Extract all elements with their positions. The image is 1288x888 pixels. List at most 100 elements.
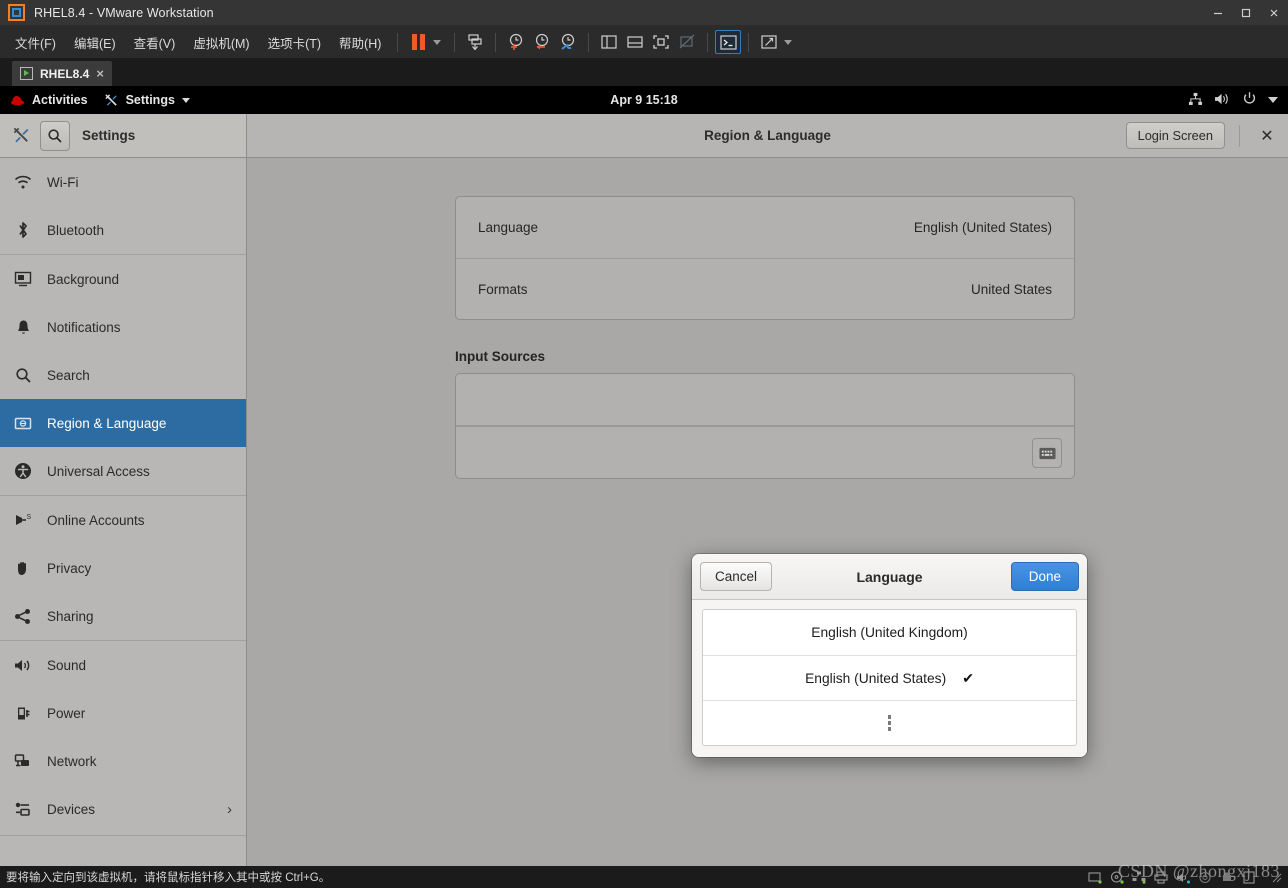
vm-tab-rhel84[interactable]: RHEL8.4 × <box>12 61 112 86</box>
console-view-icon[interactable] <box>715 30 742 54</box>
sidebar-item-devices[interactable]: Devices › <box>0 785 246 833</box>
login-screen-button[interactable]: Login Screen <box>1125 122 1225 149</box>
menu-edit[interactable]: 编辑(E) <box>65 29 125 56</box>
network-icon <box>14 753 32 769</box>
tools-icon <box>8 123 34 149</box>
wired-network-icon[interactable] <box>1188 92 1203 109</box>
sidebar-item-network[interactable]: Network <box>0 737 246 785</box>
more-options-row[interactable] <box>703 700 1076 745</box>
formats-value: United States <box>970 281 1052 297</box>
take-snapshot-icon[interactable] <box>503 30 529 54</box>
snapshot-manager-icon[interactable] <box>555 30 581 54</box>
gnome-clock[interactable]: Apr 9 15:18 <box>0 93 1288 107</box>
formats-label: Formats <box>478 281 528 297</box>
sidebar-item-region-and-language[interactable]: Region & Language <box>0 399 246 447</box>
minimize-button[interactable] <box>1204 0 1232 26</box>
activities-label: Activities <box>32 93 88 107</box>
sound-card-icon[interactable] <box>1176 871 1191 884</box>
sidebar-item-background[interactable]: Background <box>0 255 246 303</box>
sidebar-item-label: Sharing <box>47 608 94 624</box>
dropdown-caret-icon[interactable] <box>433 39 442 45</box>
settings-sidebar: Wi-Fi Bluetooth Background Notifications… <box>0 158 247 866</box>
app-menu-settings[interactable]: Settings <box>104 93 190 108</box>
formats-row[interactable]: Formats United States <box>456 258 1074 319</box>
toolbar-divider <box>495 32 497 52</box>
stretch-view-icon[interactable] <box>756 30 782 54</box>
close-button[interactable] <box>1260 0 1288 26</box>
sidebar-item-privacy[interactable]: Privacy <box>0 544 246 592</box>
window-title: RHEL8.4 - VMware Workstation <box>34 5 214 20</box>
input-sources-panel <box>455 373 1075 479</box>
resize-grip[interactable] <box>1270 871 1282 883</box>
language-option-us[interactable]: English (United States) ✔ <box>703 655 1076 700</box>
input-source-row[interactable] <box>456 374 1074 426</box>
bluetooth-icon <box>14 221 32 239</box>
more-options-icon <box>887 715 892 731</box>
revert-snapshot-icon[interactable] <box>529 30 555 54</box>
menu-tabs[interactable]: 选项卡(T) <box>259 29 330 56</box>
sidebar-item-wifi[interactable]: Wi-Fi <box>0 158 246 206</box>
snapshot-icon[interactable] <box>462 30 488 54</box>
volume-icon[interactable] <box>1214 92 1231 109</box>
vm-device-icons <box>1088 870 1282 884</box>
devices-icon <box>14 801 32 817</box>
sidebar-item-label: Notifications <box>47 319 121 335</box>
show-thumbnails-icon[interactable] <box>622 30 648 54</box>
settings-title: Settings <box>82 128 136 143</box>
language-label: Language <box>478 220 539 235</box>
svg-text:S: S <box>27 514 32 521</box>
sidebar-item-power[interactable]: Power <box>0 689 246 737</box>
camera-icon[interactable] <box>1198 871 1213 884</box>
menu-help[interactable]: 帮助(H) <box>330 29 390 56</box>
keyboard-button[interactable] <box>1032 438 1062 468</box>
display-icon[interactable] <box>1242 870 1257 884</box>
sidebar-item-label: Power <box>47 705 86 721</box>
system-menu-chevron-icon[interactable] <box>1268 97 1278 103</box>
sidebar-item-online-accounts[interactable]: S Online Accounts <box>0 496 246 544</box>
language-option-uk[interactable]: English (United Kingdom) <box>703 610 1076 655</box>
language-row[interactable]: Language English (United States) <box>456 197 1074 258</box>
sidebar-divider <box>0 835 246 836</box>
header-divider <box>1239 124 1240 147</box>
search-icon <box>48 128 62 143</box>
usb-icon[interactable] <box>1220 871 1235 884</box>
show-library-icon[interactable] <box>596 30 622 54</box>
sidebar-item-sharing[interactable]: Sharing <box>0 592 246 640</box>
done-button[interactable]: Done <box>1010 562 1079 591</box>
cancel-button[interactable]: Cancel <box>700 562 773 591</box>
sidebar-item-label: Universal Access <box>47 463 150 479</box>
input-sources-label: Input Sources <box>455 349 546 364</box>
menu-view[interactable]: 查看(V) <box>125 29 185 56</box>
toolbar-divider <box>707 32 709 52</box>
background-icon <box>14 271 32 287</box>
gnome-settings-window: Settings Region & Language Login Screen … <box>0 114 1288 866</box>
chevron-down-icon <box>181 97 190 103</box>
cd-dvd-icon[interactable] <box>1110 870 1125 884</box>
menu-vm[interactable]: 虚拟机(M) <box>184 29 258 56</box>
language-dialog: Cancel Language Done English (United Kin… <box>692 554 1087 757</box>
language-option-label: English (United Kingdom) <box>811 625 968 640</box>
hard-disk-icon[interactable] <box>1088 871 1103 884</box>
search-button[interactable] <box>40 120 70 151</box>
pause-icon[interactable] <box>405 30 431 54</box>
window-close-button[interactable]: ✕ <box>1254 123 1280 149</box>
printer-icon[interactable] <box>1154 870 1169 884</box>
sidebar-item-search[interactable]: Search <box>0 351 246 399</box>
vm-tabstrip: RHEL8.4 × <box>0 58 1288 86</box>
network-adapter-icon[interactable] <box>1132 871 1147 884</box>
sidebar-item-bluetooth[interactable]: Bluetooth <box>0 206 246 254</box>
search-icon <box>14 367 32 384</box>
stretch-dropdown-caret-icon[interactable] <box>784 39 793 45</box>
power-icon[interactable] <box>1242 91 1257 109</box>
activities-button[interactable]: Activities <box>10 93 88 107</box>
tools-icon <box>104 93 119 108</box>
fullscreen-icon[interactable] <box>648 30 674 54</box>
vm-tab-close-icon[interactable]: × <box>96 67 104 80</box>
sidebar-item-universal-access[interactable]: Universal Access <box>0 447 246 495</box>
sidebar-item-sound[interactable]: Sound <box>0 641 246 689</box>
sidebar-item-notifications[interactable]: Notifications <box>0 303 246 351</box>
language-list: English (United Kingdom) English (United… <box>702 609 1077 746</box>
maximize-button[interactable] <box>1232 0 1260 26</box>
unity-mode-icon[interactable] <box>674 30 700 54</box>
menu-file[interactable]: 文件(F) <box>6 29 65 56</box>
